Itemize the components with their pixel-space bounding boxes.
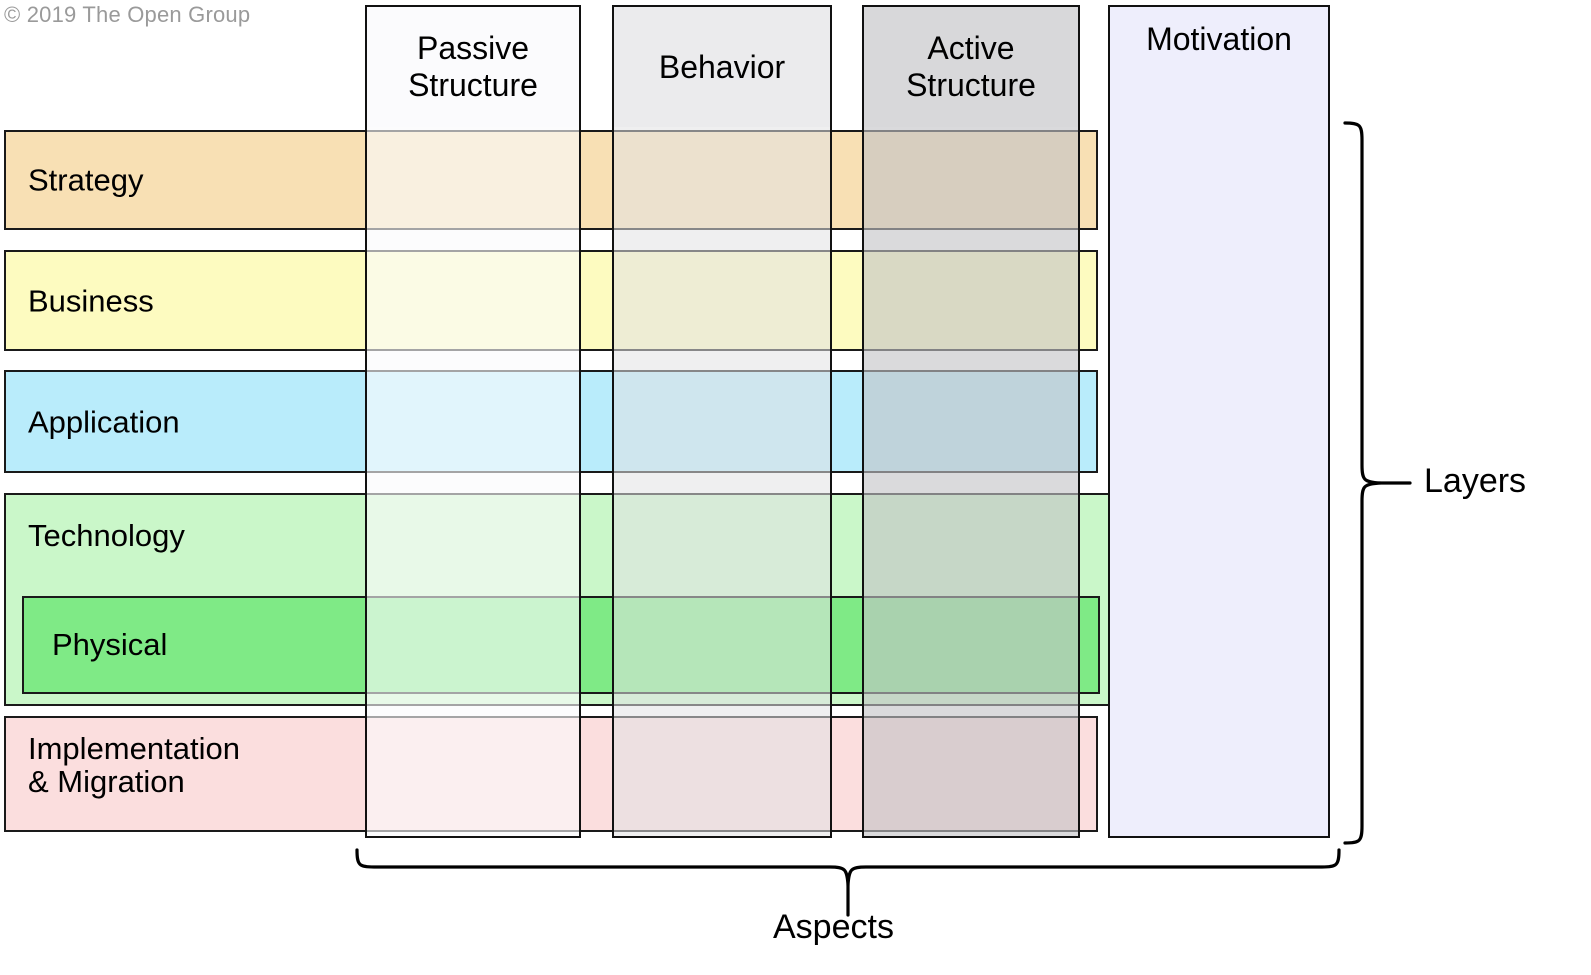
aspect-column-passive-structure-label: Passive Structure [367, 7, 579, 127]
layer-row-strategy-label: Strategy [28, 162, 144, 198]
layer-row-implementation-migration-label: Implementation & Migration [28, 731, 240, 800]
layer-row-technology-label: Technology [28, 518, 185, 553]
layers-brace-label: Layers [1424, 462, 1527, 500]
aspect-column-behavior-label: Behavior [614, 7, 830, 127]
archimate-framework-diagram: © 2019 The Open Group Strategy Business … [0, 0, 1591, 975]
aspect-column-motivation-label: Motivation [1146, 21, 1292, 57]
aspect-column-motivation[interactable]: Motivation [1108, 5, 1330, 838]
aspects-brace-label: Aspects [773, 908, 894, 946]
layer-row-application-label: Application [28, 403, 180, 439]
copyright-notice: © 2019 The Open Group [4, 2, 251, 27]
aspect-column-active-structure[interactable]: Active Structure [862, 5, 1080, 838]
aspect-column-passive-structure[interactable]: Passive Structure [365, 5, 581, 838]
layers-brace [1343, 121, 1412, 845]
aspect-column-behavior[interactable]: Behavior [612, 5, 832, 838]
aspect-column-active-structure-label: Active Structure [864, 7, 1078, 127]
layer-row-business-label: Business [28, 282, 154, 318]
layer-row-physical-label: Physical [52, 627, 168, 662]
